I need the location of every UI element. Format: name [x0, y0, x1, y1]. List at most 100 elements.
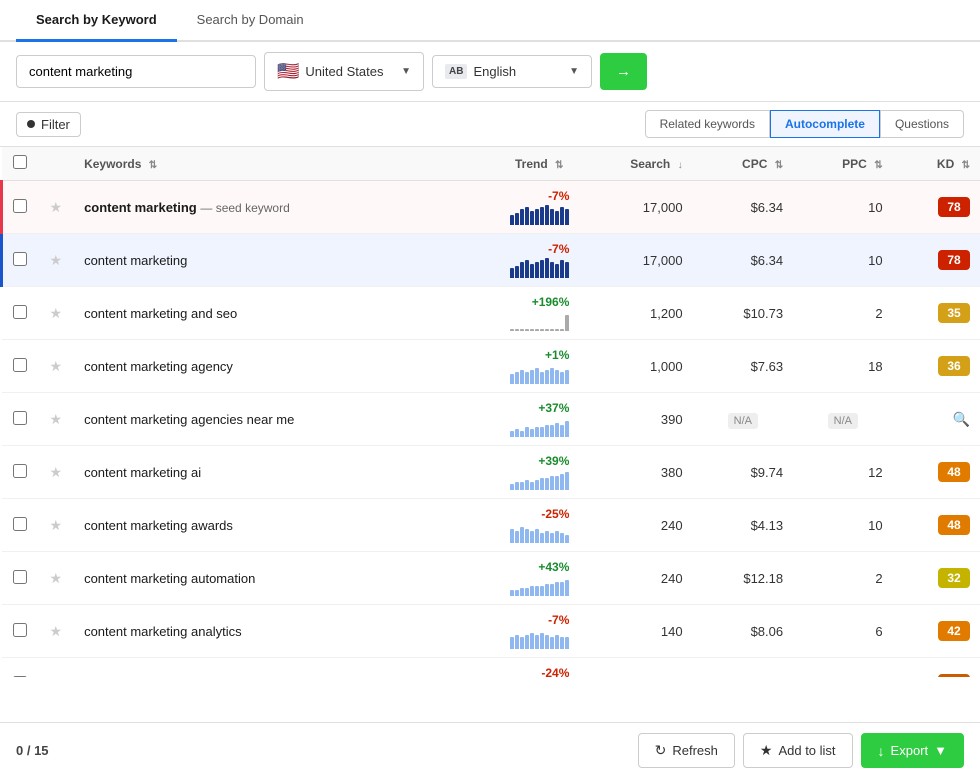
col-ppc[interactable]: PPC ⇅ [793, 147, 892, 181]
trend-cell: -7% [453, 234, 573, 287]
star-button[interactable]: ★ [48, 621, 65, 642]
mini-bar [510, 374, 514, 384]
table-row: ★content marketing awards-25%240$4.13104… [2, 499, 980, 552]
mini-bar [545, 584, 549, 596]
mini-bar [540, 260, 544, 278]
mini-bar [520, 482, 524, 490]
mini-bar [560, 329, 564, 331]
row-checkbox[interactable] [13, 676, 27, 678]
mini-bar [555, 423, 559, 437]
mini-bar [515, 635, 519, 649]
search-button[interactable]: → [600, 53, 647, 90]
star-button[interactable]: ★ [48, 568, 65, 589]
table-row: ★content marketing — seed keyword-7%17,0… [2, 181, 980, 234]
kd-cell: 42 [893, 605, 980, 658]
star-button[interactable]: ★ [48, 515, 65, 536]
keyword-text: content marketing awards [84, 518, 233, 533]
export-button[interactable]: ↓ Export ▼ [861, 733, 964, 768]
trend-cell: +196% [453, 287, 573, 340]
language-select[interactable]: AB English ▼ [432, 55, 592, 88]
mini-bar [515, 590, 519, 596]
cpc-cell: $12.18 [693, 552, 794, 605]
col-search[interactable]: Search ↓ [573, 147, 692, 181]
top-tabs: Search by Keyword Search by Domain [0, 0, 980, 42]
mini-bar [535, 329, 539, 331]
select-all-checkbox[interactable] [13, 155, 27, 169]
export-icon: ↓ [878, 743, 885, 759]
ppc-cell: N/A [793, 393, 892, 446]
kd-badge: 32 [938, 568, 970, 588]
mini-bar [540, 372, 544, 384]
row-checkbox[interactable] [13, 464, 27, 478]
col-cpc[interactable]: CPC ⇅ [693, 147, 794, 181]
row-checkbox[interactable] [13, 623, 27, 637]
row-checkbox[interactable] [13, 358, 27, 372]
mini-bar [535, 529, 539, 543]
row-checkbox[interactable] [13, 411, 27, 425]
tab-search-by-domain[interactable]: Search by Domain [177, 0, 324, 42]
keyword-text: content marketing [84, 253, 187, 268]
trend-cell: -7% [453, 181, 573, 234]
mini-bar [540, 427, 544, 437]
star-button[interactable]: ★ [48, 356, 65, 377]
row-checkbox[interactable] [13, 570, 27, 584]
row-checkbox[interactable] [13, 305, 27, 319]
star-button[interactable]: ★ [48, 409, 65, 430]
tab-search-by-keyword[interactable]: Search by Keyword [16, 0, 177, 42]
star-button[interactable]: ★ [48, 197, 65, 218]
trend-value: +37% [463, 401, 569, 415]
selection-count: 0 / 15 [16, 743, 49, 758]
row-checkbox[interactable] [13, 517, 27, 531]
related-keywords-btn[interactable]: Related keywords [645, 110, 770, 138]
cpc-cell: $6.34 [693, 181, 794, 234]
mini-bar [560, 260, 564, 278]
mini-bar [515, 329, 519, 331]
search-volume-cell: 17,000 [573, 181, 692, 234]
filter-toggle[interactable]: Filter [16, 112, 81, 137]
add-to-list-button[interactable]: ★ Add to list [743, 733, 853, 768]
keyword-text: content marketing analytics [84, 624, 242, 639]
row-checkbox-cell [2, 658, 38, 678]
cpc-cell: N/A [693, 393, 794, 446]
keyword-input[interactable] [16, 55, 256, 88]
mini-bar [555, 635, 559, 649]
questions-btn[interactable]: Questions [880, 110, 964, 138]
table-row: ★content marketing agencies near me+37%3… [2, 393, 980, 446]
mini-bar-chart [463, 364, 569, 384]
col-keywords[interactable]: Keywords ⇅ [74, 147, 453, 181]
filter-dot-icon [27, 120, 35, 128]
ppc-cell: 2 [793, 552, 892, 605]
cpc-cell: $4.13 [693, 499, 794, 552]
star-button[interactable]: ★ [48, 462, 65, 483]
mini-bar-chart [463, 629, 569, 649]
search-volume-cell: 70 [573, 658, 692, 678]
mini-bar [520, 527, 524, 543]
kd-cell: 35 [893, 287, 980, 340]
col-kd[interactable]: KD ⇅ [893, 147, 980, 181]
row-checkbox-cell [2, 605, 38, 658]
star-button[interactable]: ★ [48, 674, 65, 678]
row-checkbox[interactable] [13, 199, 27, 213]
col-trend[interactable]: Trend ⇅ [453, 147, 573, 181]
kd-cell: 48 [893, 446, 980, 499]
country-select[interactable]: 🇺🇸 United States ▼ [264, 52, 424, 91]
na-badge: N/A [828, 413, 858, 429]
trend-cell: +39% [453, 446, 573, 499]
mini-bar [565, 580, 569, 596]
star-button[interactable]: ★ [48, 303, 65, 324]
row-checkbox-cell [2, 552, 38, 605]
row-checkbox[interactable] [13, 252, 27, 266]
country-flag-icon: 🇺🇸 [277, 61, 299, 82]
row-star-cell: ★ [38, 181, 75, 234]
star-button[interactable]: ★ [48, 250, 65, 271]
mini-bar [525, 372, 529, 384]
mini-bar-chart [463, 311, 569, 331]
ppc-cell: 23 [793, 658, 892, 678]
kd-cell: 78 [893, 181, 980, 234]
bottom-bar: 0 / 15 ↻ Refresh ★ Add to list ↓ Export … [0, 722, 980, 778]
search-volume-cell: 380 [573, 446, 692, 499]
mini-bar-chart [463, 523, 569, 543]
refresh-button[interactable]: ↻ Refresh [638, 733, 735, 768]
ppc-cell: 18 [793, 340, 892, 393]
autocomplete-btn[interactable]: Autocomplete [770, 110, 880, 138]
